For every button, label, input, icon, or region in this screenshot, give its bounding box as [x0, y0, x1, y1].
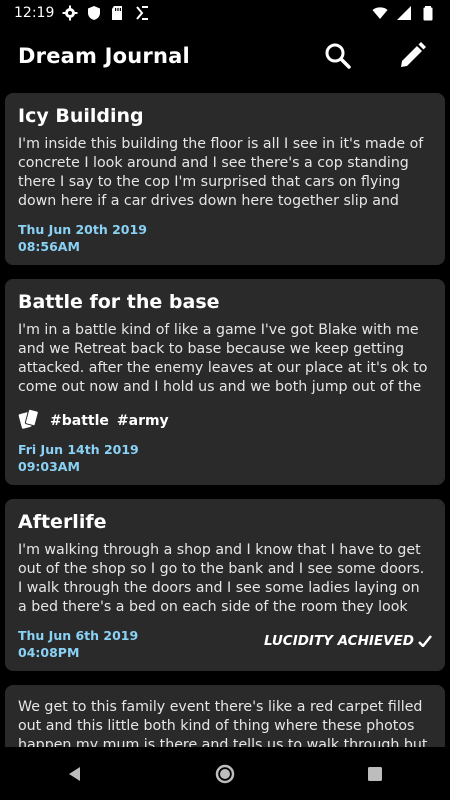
search-button[interactable] — [318, 36, 358, 76]
entry-date: Fri Jun 14th 2019 — [18, 442, 139, 457]
entry-body: I'm walking through a shop and I know th… — [18, 542, 425, 615]
sd-card-icon — [110, 5, 126, 21]
dream-entry-card[interactable]: Icy Building I'm inside this building th… — [5, 93, 445, 265]
entry-body: I'm inside this building the floor is al… — [18, 136, 424, 209]
entry-footer: Thu Jun 20th 2019 08:56AM — [18, 221, 432, 255]
shield-icon — [86, 5, 102, 21]
recents-square-icon — [368, 767, 382, 781]
entry-footer: Thu Jun 6th 2019 04:08PM LUCIDITY ACHIEV… — [18, 627, 432, 661]
wifi-icon — [372, 5, 388, 21]
app-title: Dream Journal — [18, 44, 190, 68]
lucidity-badge: LUCIDITY ACHIEVED — [264, 633, 432, 649]
clock: 12:19 — [14, 5, 55, 21]
lucidity-label: LUCIDITY ACHIEVED — [263, 633, 414, 649]
entry-body: I'm in a battle kind of like a game I've… — [18, 322, 428, 395]
back-button[interactable] — [55, 754, 95, 794]
entry-date: Thu Jun 20th 2019 — [18, 222, 147, 237]
new-entry-button[interactable] — [392, 36, 432, 76]
battery-icon — [420, 5, 436, 21]
entry-title: Battle for the base — [18, 291, 220, 313]
system-nav-bar — [0, 748, 450, 800]
entry-title: Icy Building — [18, 105, 144, 127]
cellular-signal-icon — [396, 5, 412, 21]
home-circle-icon — [215, 764, 235, 784]
recents-button[interactable] — [355, 754, 395, 794]
back-triangle-icon — [69, 767, 80, 781]
entry-time: 09:03AM — [18, 459, 80, 474]
entry-datetime: Thu Jun 6th 2019 04:08PM — [18, 627, 138, 661]
dream-entry-card[interactable]: We get to this family event there's like… — [5, 685, 445, 747]
tag-label[interactable]: #army — [117, 413, 169, 429]
entry-datetime: Thu Jun 20th 2019 08:56AM — [18, 221, 147, 255]
entry-time: 08:56AM — [18, 239, 80, 254]
status-bar: 12:19 — [0, 0, 450, 26]
cards-icon — [18, 407, 42, 435]
entry-body: We get to this family event there's like… — [18, 699, 428, 747]
entry-date: Thu Jun 6th 2019 — [18, 628, 139, 643]
entry-title: Afterlife — [18, 511, 107, 533]
dream-entry-card[interactable]: Afterlife I'm walking through a shop and… — [5, 499, 445, 671]
entry-time: 04:08PM — [18, 645, 80, 660]
app-bar: Dream Journal — [0, 26, 450, 86]
entry-datetime: Fri Jun 14th 2019 09:03AM — [18, 441, 139, 475]
entry-footer: Fri Jun 14th 2019 09:03AM — [18, 441, 432, 475]
dream-entry-card[interactable]: Battle for the base I'm in a battle kind… — [5, 279, 445, 485]
tag-label[interactable]: #battle — [50, 413, 109, 429]
entry-tags: #battle #army — [18, 407, 432, 435]
notification-icon — [134, 5, 150, 21]
dream-entry-list[interactable]: Icy Building I'm inside this building th… — [5, 93, 445, 747]
search-icon — [325, 43, 351, 69]
pencil-icon — [401, 42, 426, 67]
settings-gear-icon — [62, 5, 78, 21]
home-button[interactable] — [205, 754, 245, 794]
checkmark-icon — [418, 635, 432, 647]
